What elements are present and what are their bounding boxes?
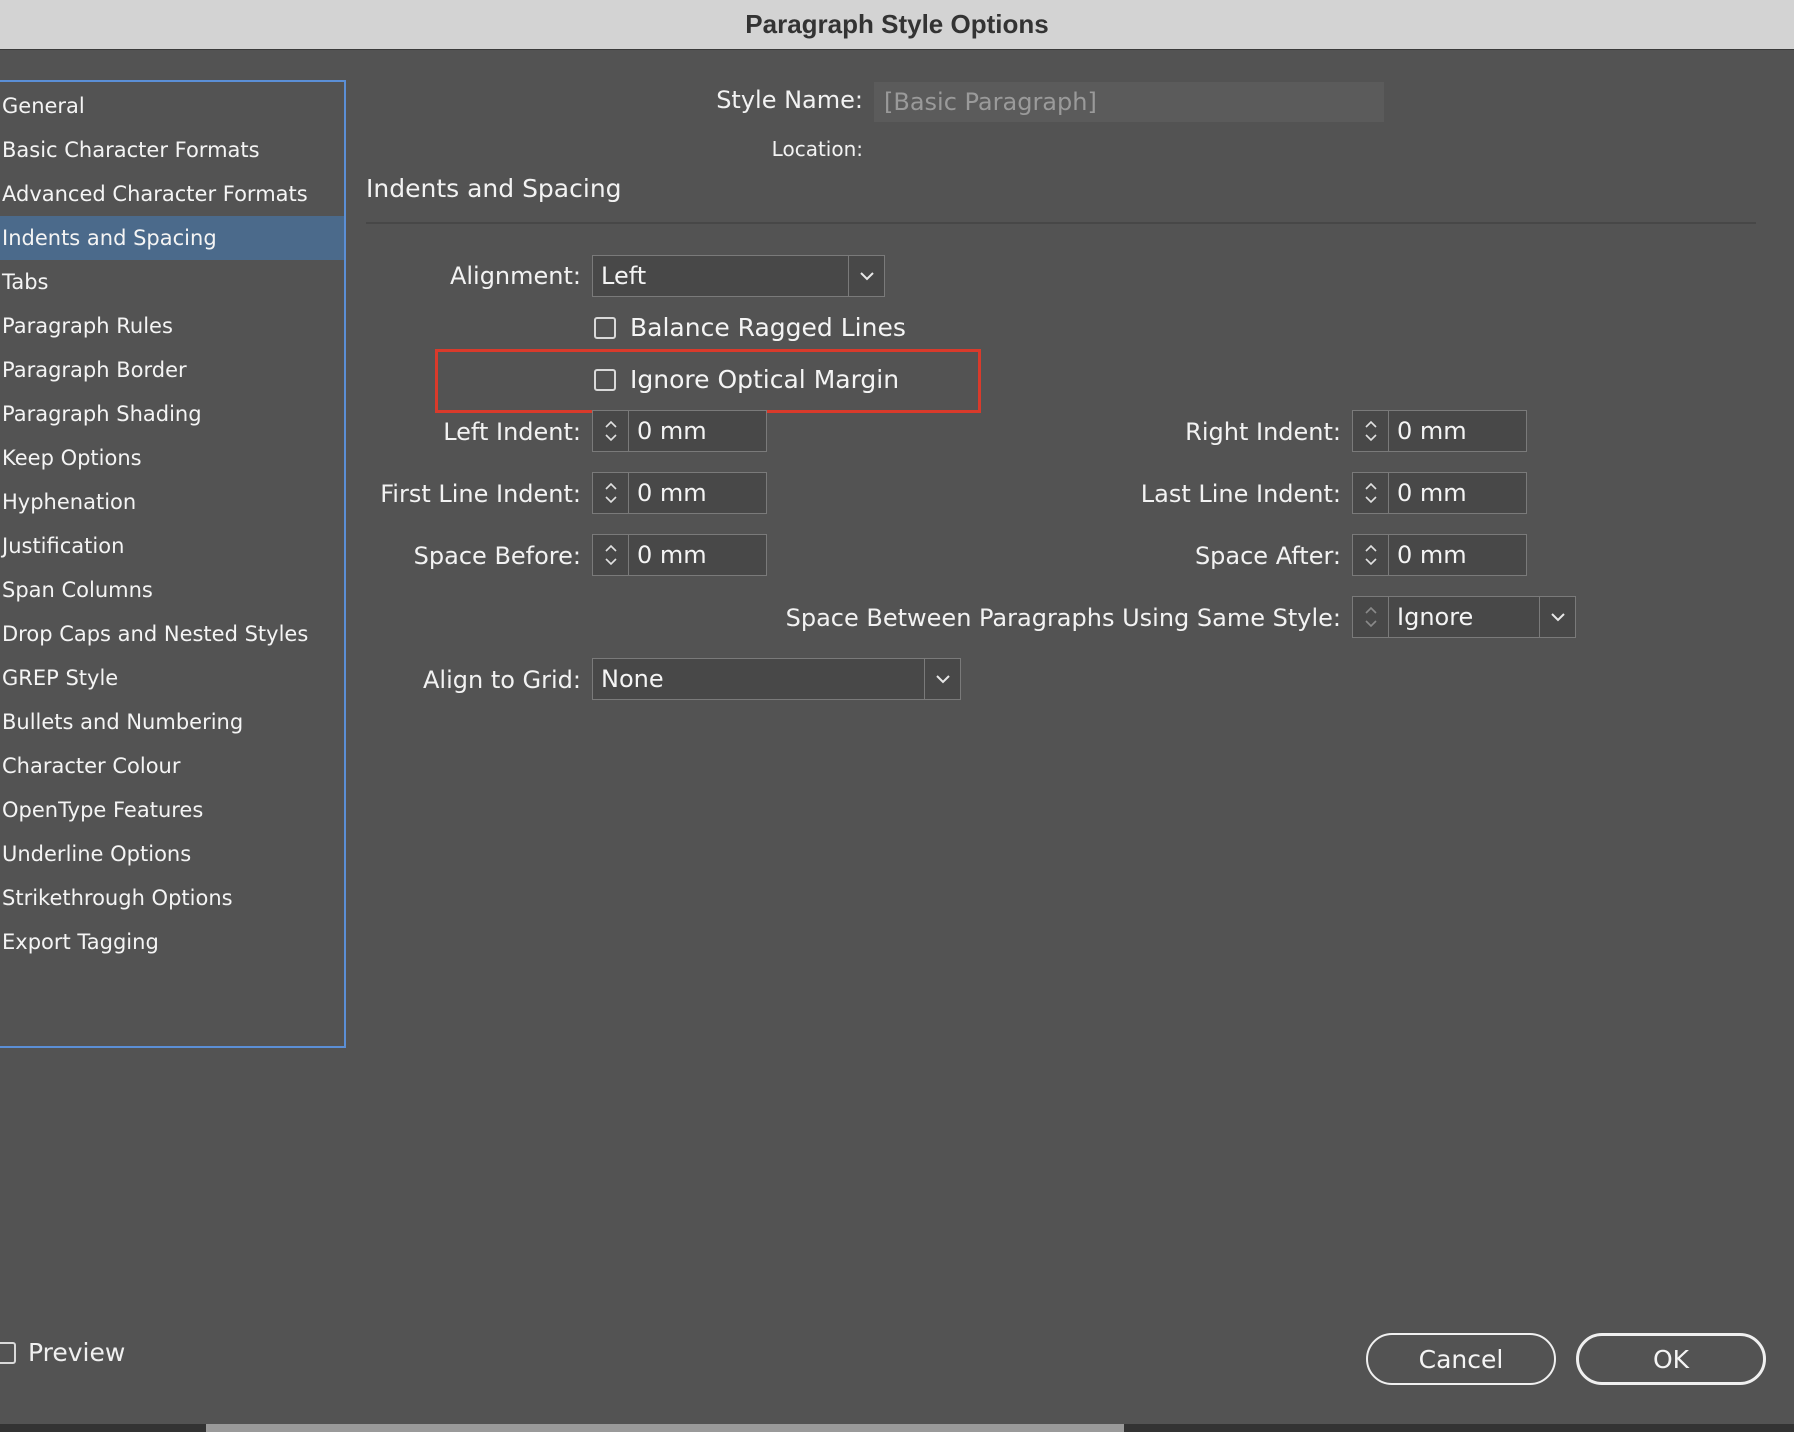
space-after-stepper[interactable]: 0 mm xyxy=(1352,534,1527,576)
last-line-indent-stepper[interactable]: 0 mm xyxy=(1352,472,1527,514)
align-to-grid-dropdown[interactable]: None xyxy=(592,658,961,700)
sidebar-item-hyphenation[interactable]: Hyphenation xyxy=(0,480,344,524)
sidebar-item-opentype-features[interactable]: OpenType Features xyxy=(0,788,344,832)
ok-button[interactable]: OK xyxy=(1576,1333,1766,1385)
alignment-label: Alignment: xyxy=(449,262,581,290)
space-before-value[interactable]: 0 mm xyxy=(629,535,766,575)
last-line-indent-label: Last Line Indent: xyxy=(1140,480,1341,508)
section-divider xyxy=(366,222,1756,224)
stepper-arrows-icon[interactable] xyxy=(593,411,629,451)
stepper-arrows-icon[interactable] xyxy=(1353,535,1389,575)
category-list[interactable]: General Basic Character Formats Advanced… xyxy=(0,80,346,1048)
right-indent-value[interactable]: 0 mm xyxy=(1389,411,1526,451)
sidebar-item-grep-style[interactable]: GREP Style xyxy=(0,656,344,700)
space-before-stepper[interactable]: 0 mm xyxy=(592,534,767,576)
sidebar-item-bullets-numbering[interactable]: Bullets and Numbering xyxy=(0,700,344,744)
ignore-optical-margin-row[interactable]: Ignore Optical Margin xyxy=(594,365,899,394)
left-indent-value[interactable]: 0 mm xyxy=(629,411,766,451)
space-after-value[interactable]: 0 mm xyxy=(1389,535,1526,575)
last-line-indent-value[interactable]: 0 mm xyxy=(1389,473,1526,513)
ignore-optical-margin-label: Ignore Optical Margin xyxy=(630,365,900,394)
space-between-label: Space Between Paragraphs Using Same Styl… xyxy=(785,604,1341,632)
preview-checkbox[interactable] xyxy=(0,1341,16,1364)
stepper-arrows-icon[interactable] xyxy=(1353,597,1389,637)
window-title: Paragraph Style Options xyxy=(745,9,1049,39)
sidebar-item-export-tagging[interactable]: Export Tagging xyxy=(0,920,344,964)
sidebar-item-character-colour[interactable]: Character Colour xyxy=(0,744,344,788)
stepper-arrows-icon[interactable] xyxy=(593,535,629,575)
sidebar-item-advanced-character-formats[interactable]: Advanced Character Formats xyxy=(0,172,344,216)
sidebar-item-justification[interactable]: Justification xyxy=(0,524,344,568)
right-indent-label: Right Indent: xyxy=(1185,418,1341,446)
style-name-label: Style Name: xyxy=(716,86,863,114)
stepper-arrows-icon[interactable] xyxy=(1353,411,1389,451)
location-label: Location: xyxy=(771,137,863,161)
stepper-arrows-icon[interactable] xyxy=(593,473,629,513)
sidebar-item-basic-character-formats[interactable]: Basic Character Formats xyxy=(0,128,344,172)
first-line-indent-stepper[interactable]: 0 mm xyxy=(592,472,767,514)
sidebar-item-paragraph-rules[interactable]: Paragraph Rules xyxy=(0,304,344,348)
right-indent-stepper[interactable]: 0 mm xyxy=(1352,410,1527,452)
left-indent-stepper[interactable]: 0 mm xyxy=(592,410,767,452)
ignore-optical-margin-checkbox[interactable] xyxy=(594,368,616,391)
align-to-grid-value: None xyxy=(601,665,664,693)
chevron-down-icon xyxy=(848,256,884,296)
sidebar-item-underline-options[interactable]: Underline Options xyxy=(0,832,344,876)
sidebar-item-paragraph-shading[interactable]: Paragraph Shading xyxy=(0,392,344,436)
section-title: Indents and Spacing xyxy=(366,174,622,203)
space-after-label: Space After: xyxy=(1194,542,1341,570)
sidebar-item-general[interactable]: General xyxy=(0,84,344,128)
space-between-value[interactable]: Ignore xyxy=(1389,597,1539,637)
balance-ragged-lines-row[interactable]: Balance Ragged Lines xyxy=(594,313,906,342)
sidebar-item-tabs[interactable]: Tabs xyxy=(0,260,344,304)
balance-ragged-lines-checkbox[interactable] xyxy=(594,316,616,339)
sidebar-item-span-columns[interactable]: Span Columns xyxy=(0,568,344,612)
sidebar-item-paragraph-border[interactable]: Paragraph Border xyxy=(0,348,344,392)
sidebar-item-strikethrough-options[interactable]: Strikethrough Options xyxy=(0,876,344,920)
preview-label: Preview xyxy=(28,1338,126,1367)
sidebar-item-indents-and-spacing[interactable]: Indents and Spacing xyxy=(0,216,344,260)
stepper-arrows-icon[interactable] xyxy=(1353,473,1389,513)
alignment-value: Left xyxy=(601,262,647,290)
cancel-button[interactable]: Cancel xyxy=(1366,1333,1556,1385)
sidebar-item-drop-caps-nested-styles[interactable]: Drop Caps and Nested Styles xyxy=(0,612,344,656)
chevron-down-icon xyxy=(924,659,960,699)
space-between-combo[interactable]: Ignore xyxy=(1352,596,1576,638)
alignment-dropdown[interactable]: Left xyxy=(592,255,885,297)
balance-ragged-lines-label: Balance Ragged Lines xyxy=(630,313,906,342)
sidebar-item-keep-options[interactable]: Keep Options xyxy=(0,436,344,480)
style-name-field[interactable]: [Basic Paragraph] xyxy=(874,82,1384,122)
left-indent-label: Left Indent: xyxy=(443,418,581,446)
chevron-down-icon[interactable] xyxy=(1539,597,1575,637)
first-line-indent-value[interactable]: 0 mm xyxy=(629,473,766,513)
space-before-label: Space Before: xyxy=(413,542,581,570)
preview-row[interactable]: Preview xyxy=(0,1338,125,1367)
title-bar: Paragraph Style Options xyxy=(0,0,1794,50)
scrollbar-thumb[interactable] xyxy=(206,1424,1124,1432)
first-line-indent-label: First Line Indent: xyxy=(380,480,581,508)
align-to-grid-label: Align to Grid: xyxy=(422,666,581,694)
